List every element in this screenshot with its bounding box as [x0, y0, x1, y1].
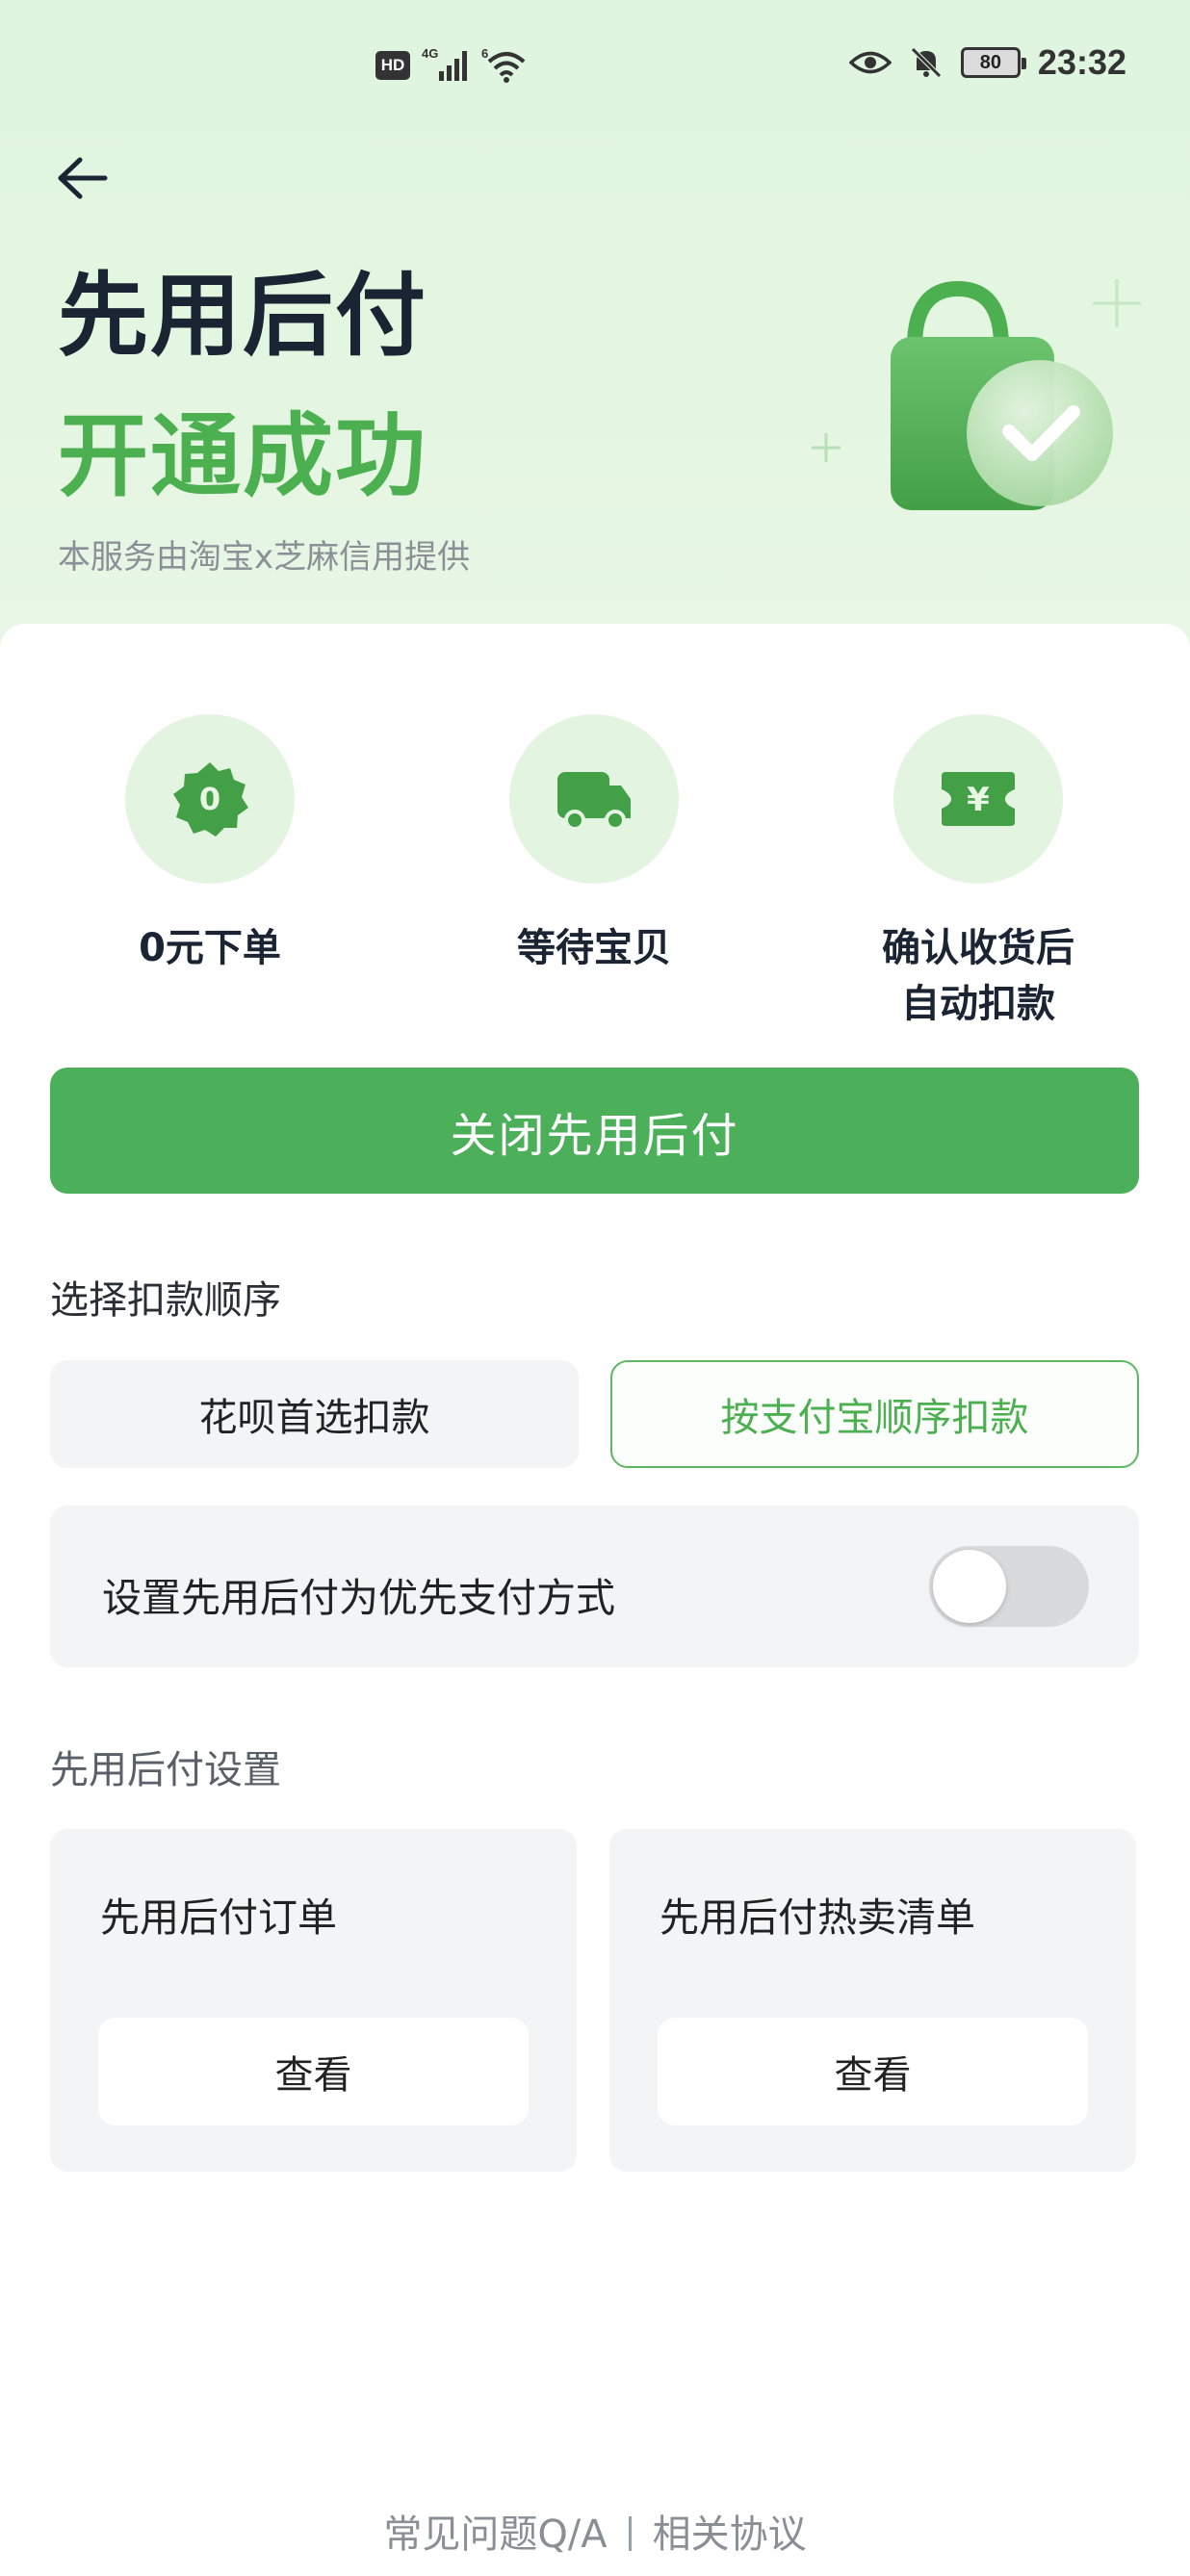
setting-card-title: 先用后付热卖清单: [660, 1894, 975, 1941]
mute-bell-icon: [911, 47, 942, 78]
feature-icon-circle: 0: [125, 714, 295, 884]
preferred-payment-toggle[interactable]: [929, 1546, 1089, 1627]
zero-badge-icon: 0: [173, 762, 248, 837]
signal-icon: 4G: [422, 46, 467, 81]
preferred-payment-label: 设置先用后付为优先支付方式: [102, 1575, 615, 1621]
feature-wait-delivery: 等待宝贝: [450, 714, 738, 976]
shopping-bag-check-icon: [812, 279, 1141, 510]
status-bar-right: 80 23:32: [848, 42, 1126, 83]
provider-text: 本服务由淘宝x芝麻信用提供: [58, 538, 471, 577]
delivery-truck-icon: [557, 772, 631, 831]
feature-icon-circle: [509, 714, 679, 884]
setting-card-hot-list: 先用后付热卖清单 查看: [609, 1829, 1136, 2172]
feature-icon-circle: ¥: [893, 714, 1063, 884]
feature-auto-deduct: ¥ 确认收货后 自动扣款: [834, 714, 1123, 1032]
feature-label: 0元下单: [139, 926, 281, 970]
status-bar: HD 4G 6 80 23:32: [0, 0, 1190, 135]
view-orders-button[interactable]: 查看: [98, 2018, 529, 2125]
wifi-label: 6: [481, 46, 488, 61]
toggle-knob: [933, 1550, 1006, 1623]
setting-card-orders: 先用后付订单 查看: [50, 1829, 577, 2172]
close-pay-later-button[interactable]: 关闭先用后付: [50, 1068, 1139, 1194]
wifi-icon: 6: [481, 46, 526, 83]
yuan-ticket-icon: ¥: [942, 772, 1015, 826]
preferred-payment-row: 设置先用后付为优先支付方式: [50, 1506, 1139, 1667]
zero-badge-text: 0: [199, 781, 220, 817]
success-subtitle: 开通成功: [58, 404, 428, 509]
status-time: 23:32: [1037, 42, 1126, 82]
settings-title: 先用后付设置: [50, 1748, 281, 1792]
option-huabei-first[interactable]: 花呗首选扣款: [50, 1360, 579, 1468]
status-bar-left: HD 4G 6: [375, 46, 526, 85]
page-title: 先用后付: [58, 264, 428, 369]
deduction-order-title: 选择扣款顺序: [50, 1278, 281, 1323]
agreement-link[interactable]: 相关协议: [653, 2512, 807, 2557]
network-label: 4G: [422, 46, 438, 61]
feature-zero-order: 0 0元下单: [65, 714, 354, 976]
back-button[interactable]: [48, 144, 116, 212]
feature-label: 等待宝贝: [517, 926, 671, 970]
hd-badge: HD: [375, 51, 410, 80]
feature-label: 确认收货后 自动扣款: [882, 926, 1074, 1026]
option-alipay-order[interactable]: 按支付宝顺序扣款: [610, 1360, 1139, 1468]
eye-icon: [848, 51, 892, 74]
footer-links: 常见问题Q/A 相关协议: [0, 2503, 1190, 2559]
setting-card-title: 先用后付订单: [100, 1894, 337, 1941]
faq-link[interactable]: 常见问题Q/A: [383, 2512, 607, 2557]
battery-icon: 80: [960, 47, 1026, 78]
view-hot-list-button[interactable]: 查看: [658, 2018, 1088, 2125]
footer-separator: [628, 2516, 632, 2551]
yuan-ticket-text: ¥: [967, 781, 990, 819]
back-arrow-icon: [58, 157, 108, 199]
